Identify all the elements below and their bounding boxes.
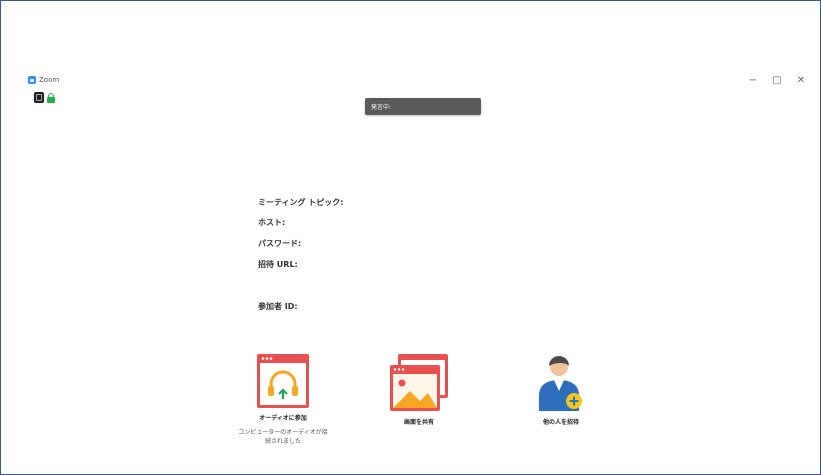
speaking-indicator: 発言中: — [365, 98, 481, 115]
meeting-topic-label: ミーティング トピック: — [258, 198, 344, 207]
maximize-button[interactable]: ▢ — [772, 75, 782, 86]
shield-icon[interactable] — [34, 92, 44, 103]
share-screen-icon — [390, 354, 448, 411]
participant-id-label: 参加者 ID: — [258, 302, 298, 311]
lock-icon[interactable] — [47, 92, 55, 103]
app-name: Zoom — [39, 76, 60, 84]
host-label: ホスト: — [258, 218, 286, 227]
close-button[interactable]: ✕ — [796, 75, 806, 86]
password-label: パスワード: — [258, 239, 302, 248]
minimize-button[interactable]: − — [748, 75, 758, 86]
audio-status-line2: 続されました — [264, 438, 301, 445]
invite-others-button[interactable]: 他の人を招待 — [511, 353, 611, 426]
zoom-logo-icon — [28, 76, 36, 84]
join-audio-button[interactable]: オーディオに参加 コンピューターのオーディオが接 続されました — [233, 353, 333, 446]
join-audio-label: オーディオに参加 — [259, 415, 307, 422]
meeting-status-icons — [34, 92, 55, 103]
window-controls: − ▢ ✕ — [748, 75, 806, 86]
share-screen-button[interactable]: 画面を共有 — [369, 353, 469, 426]
title-bar: Zoom — [28, 74, 59, 86]
share-screen-label: 画面を共有 — [403, 419, 434, 426]
zoom-window: Zoom − ▢ ✕ 発言中: ミーティング トピック: ホスト: パスワード:… — [0, 0, 821, 475]
headphones-icon — [257, 354, 309, 408]
add-person-icon — [539, 356, 582, 411]
audio-status-text: コンピューターのオーディオが接 続されました — [233, 428, 333, 446]
audio-status-line1: コンピューターのオーディオが接 — [238, 429, 328, 436]
invite-others-label: 他の人を招待 — [542, 419, 579, 426]
invite-url-label: 招待 URL: — [258, 260, 298, 269]
